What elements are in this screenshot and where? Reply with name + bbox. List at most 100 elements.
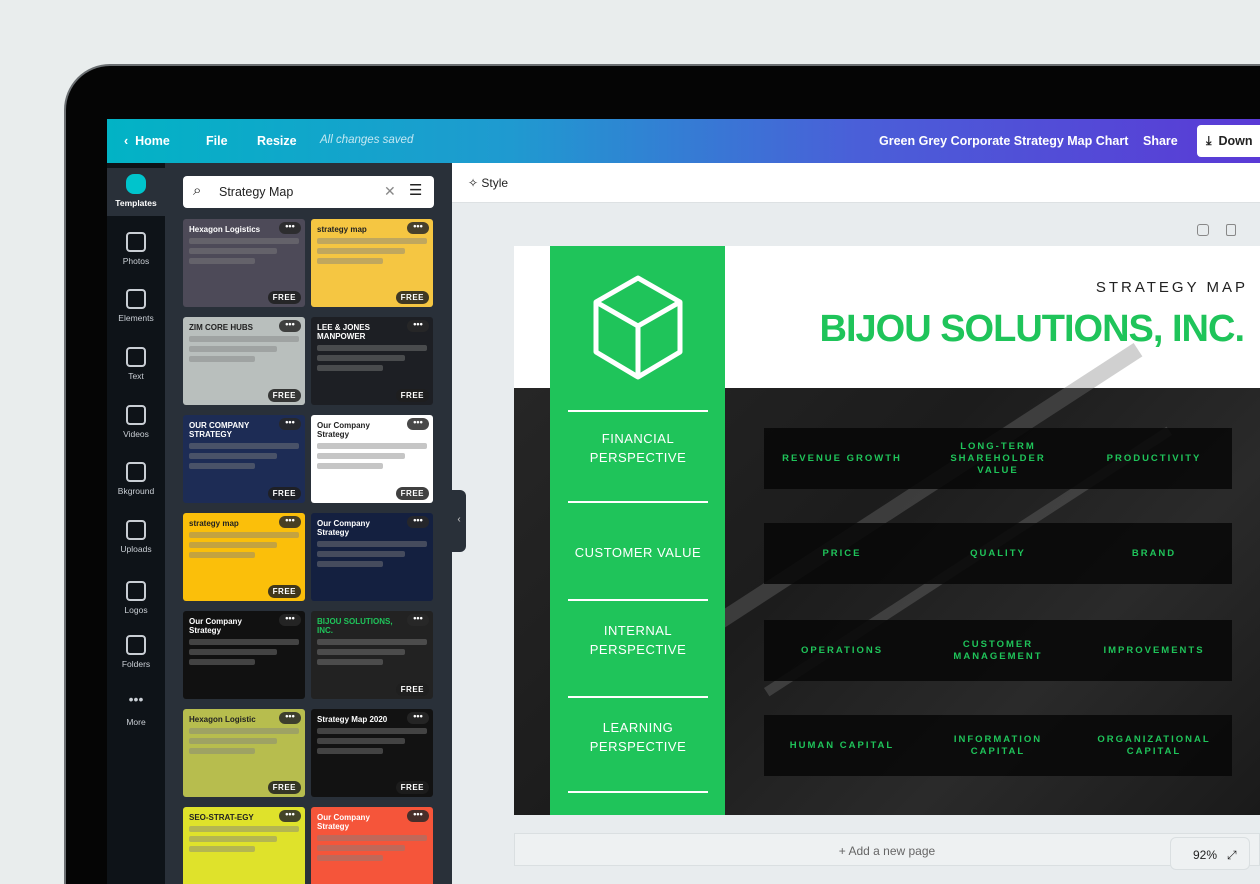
template-title: ZIM CORE HUBS <box>189 323 253 332</box>
template-thumbnail[interactable]: strategy map ••• FREE <box>183 513 305 601</box>
sidebar-item-uploads[interactable]: Uploads <box>107 520 165 554</box>
template-title: strategy map <box>189 519 239 528</box>
strategy-item: PRICE <box>764 523 920 584</box>
folders-icon <box>126 635 146 655</box>
zoom-control[interactable]: 92% ⤢ <box>1170 837 1250 870</box>
template-title: Our Company Strategy <box>317 813 370 831</box>
search-input[interactable]: ⌕ Strategy Map ✕ ☰ <box>183 176 434 208</box>
strategy-item-label: OPERATIONS <box>800 644 884 656</box>
sidebar-item-text[interactable]: Text <box>107 347 165 381</box>
background-icon <box>126 462 146 482</box>
add-page-button[interactable]: + Add a new page <box>514 833 1260 866</box>
more-options-button[interactable]: ••• <box>279 810 301 822</box>
free-badge: FREE <box>395 291 429 304</box>
collapse-panel-handle[interactable]: ‹ <box>452 490 466 552</box>
save-status: All changes saved <box>320 134 414 146</box>
strategy-item-label: INFORMATION CAPITAL <box>953 733 1043 757</box>
strategy-item: INFORMATION CAPITAL <box>920 715 1076 776</box>
template-thumbnail[interactable]: LEE & JONES MANPOWER ••• FREE <box>311 317 433 405</box>
template-thumbnail[interactable]: OUR COMPANY STRATEGY ••• FREE <box>183 415 305 503</box>
more-options-button[interactable]: ••• <box>279 320 301 332</box>
template-title: Strategy Map 2020 <box>317 715 388 724</box>
more-options-button[interactable]: ••• <box>279 614 301 626</box>
resize-menu[interactable]: Resize <box>257 134 297 148</box>
template-preview <box>189 532 299 558</box>
design-title: BIJOU SOLUTIONS, INC. <box>819 308 1245 350</box>
sidebar-item-elements[interactable]: Elements <box>107 289 165 323</box>
strategy-item: QUALITY <box>920 523 1076 584</box>
template-preview <box>189 639 299 665</box>
template-thumbnail[interactable]: SEO-STRAT-EGY ••• <box>183 807 305 884</box>
divider <box>568 410 708 412</box>
cube-icon <box>593 275 683 380</box>
clear-icon[interactable]: ✕ <box>384 183 396 200</box>
design-page[interactable]: STRATEGY MAP BIJOU SOLUTIONS, INC. FINAN… <box>514 246 1260 815</box>
download-button[interactable]: ⤓ Down <box>1197 125 1260 157</box>
home-button[interactable]: ‹ Home <box>124 134 170 148</box>
notes-icon[interactable] <box>1197 224 1209 236</box>
sidebar-item-photos[interactable]: Photos <box>107 232 165 266</box>
template-thumbnail[interactable]: Our Company Strategy ••• FREE <box>311 415 433 503</box>
duplicate-page-icon[interactable] <box>1226 224 1236 236</box>
more-options-button[interactable]: ••• <box>407 516 429 528</box>
sidebar-item-label: Logos <box>124 605 148 615</box>
more-options-button[interactable]: ••• <box>407 614 429 626</box>
template-title: Our Company Strategy <box>317 519 370 537</box>
template-thumbnail[interactable]: Our Company Strategy ••• <box>311 513 433 601</box>
more-options-button[interactable]: ••• <box>407 810 429 822</box>
filter-icon[interactable]: ☰ <box>409 181 422 199</box>
sidebar-item-label: Text <box>128 371 144 381</box>
template-thumbnail[interactable]: ZIM CORE HUBS ••• FREE <box>183 317 305 405</box>
perspective-label: INTERNAL PERSPECTIVE <box>589 623 687 657</box>
strategy-item: PRODUCTIVITY <box>1076 428 1232 489</box>
sidebar-item-label: Bkground <box>117 486 155 496</box>
template-thumbnail[interactable]: Our Company Strategy ••• <box>311 807 433 884</box>
elements-icon <box>126 289 146 309</box>
template-preview <box>189 728 299 754</box>
strategy-row: PRICE QUALITY BRAND <box>764 523 1232 584</box>
more-options-button[interactable]: ••• <box>407 712 429 724</box>
sidebar-item-more[interactable]: ••• More <box>107 692 165 727</box>
text-icon <box>126 347 146 367</box>
template-thumbnail[interactable]: strategy map ••• FREE <box>311 219 433 307</box>
template-thumbnail[interactable]: Hexagon Logistics ••• FREE <box>183 219 305 307</box>
free-badge: FREE <box>267 487 301 500</box>
template-preview <box>189 336 299 362</box>
template-title: Hexagon Logistic <box>189 715 256 724</box>
more-options-button[interactable]: ••• <box>407 418 429 430</box>
fullscreen-icon[interactable]: ⤢ <box>1227 848 1237 862</box>
perspective-label: LEARNING PERSPECTIVE <box>589 720 687 754</box>
style-button[interactable]: ✧ Style <box>468 176 508 190</box>
more-options-button[interactable]: ••• <box>279 418 301 430</box>
more-options-button[interactable]: ••• <box>279 712 301 724</box>
search-value: Strategy Map <box>219 185 294 199</box>
more-options-button[interactable]: ••• <box>279 516 301 528</box>
divider <box>568 696 708 698</box>
template-thumbnail[interactable]: BIJOU SOLUTIONS, INC. ••• FREE <box>311 611 433 699</box>
sidebar-item-folders[interactable]: Folders <box>107 635 165 669</box>
template-thumbnail[interactable]: Our Company Strategy ••• <box>183 611 305 699</box>
share-button[interactable]: Share <box>1143 134 1178 148</box>
template-preview <box>317 835 427 861</box>
sidebar-item-templates[interactable]: Templates <box>107 168 165 216</box>
more-options-button[interactable]: ••• <box>279 222 301 234</box>
template-preview <box>189 238 299 264</box>
template-title: strategy map <box>317 225 367 234</box>
toolbar: ✧ Style <box>452 163 1260 203</box>
more-options-button[interactable]: ••• <box>407 222 429 234</box>
sidebar-item-videos[interactable]: Videos <box>107 405 165 439</box>
free-badge: FREE <box>395 781 429 794</box>
template-thumbnail[interactable]: Hexagon Logistic ••• FREE <box>183 709 305 797</box>
templates-icon <box>126 174 146 194</box>
strategy-item-label: QUALITY <box>970 547 1026 559</box>
strategy-item: LONG-TERM SHAREHOLDER VALUE <box>920 428 1076 489</box>
template-thumbnail[interactable]: Strategy Map 2020 ••• FREE <box>311 709 433 797</box>
document-title[interactable]: Green Grey Corporate Strategy Map Chart <box>879 134 1128 148</box>
more-options-button[interactable]: ••• <box>407 320 429 332</box>
top-bar: ‹ Home File Resize All changes saved Gre… <box>107 119 1260 163</box>
file-menu[interactable]: File <box>206 134 228 148</box>
strategy-item: CUSTOMER MANAGEMENT <box>920 620 1076 681</box>
sidebar-item-bkground[interactable]: Bkground <box>107 462 165 496</box>
strategy-row: HUMAN CAPITAL INFORMATION CAPITAL ORGANIZA… <box>764 715 1232 776</box>
sidebar-item-logos[interactable]: Logos <box>107 581 165 615</box>
